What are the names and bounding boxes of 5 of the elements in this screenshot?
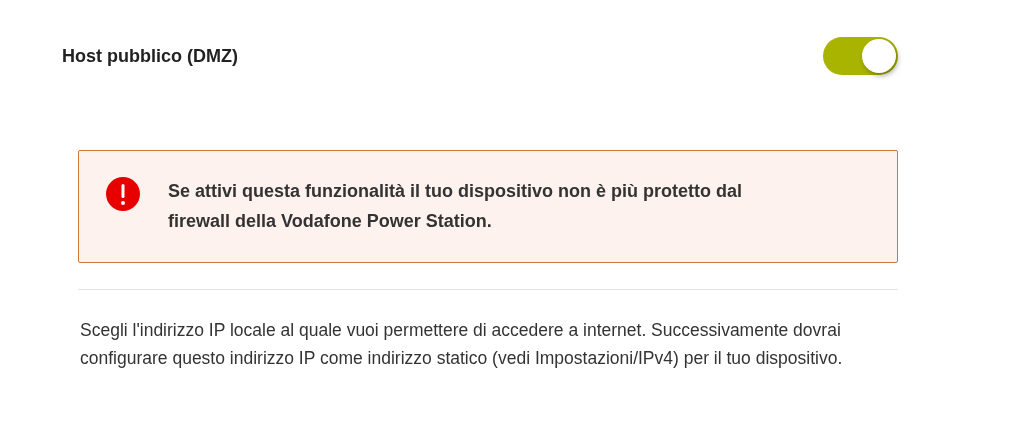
toggle-switch[interactable] (823, 37, 898, 75)
setting-title: Host pubblico (DMZ) (62, 45, 238, 67)
alert-message: Se attivi questa funzionalità il tuo dispositivo non è più protetto dal firewall della Vodafone Power Station. (168, 180, 744, 233)
exclamation-icon (106, 177, 140, 211)
description-text: Scegli l'indirizzo IP locale al quale vuoi permettere di accedere a internet. Successivamente dovrai configurare questo indirizzo IP come indirizzo statico (vedi Impostazioni/IPv4) per il tuo dispositivo. (80, 319, 844, 370)
